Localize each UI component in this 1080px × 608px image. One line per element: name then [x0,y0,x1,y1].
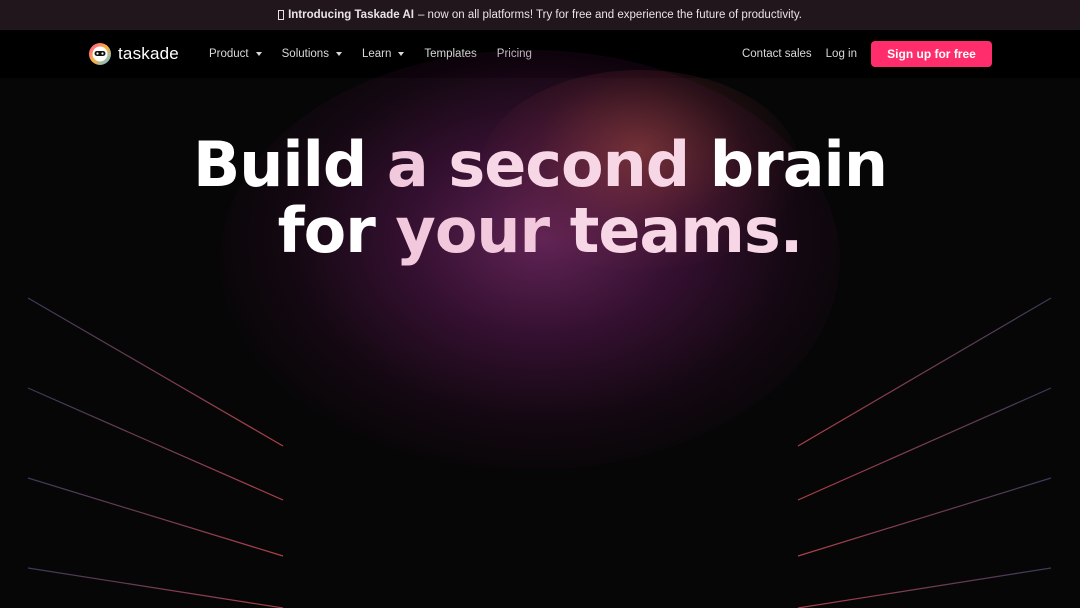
menu-pricing[interactable]: Pricing [497,48,532,60]
top-navigation: taskade Product Solutions Learn Template… [0,30,1080,78]
banner-highlight: Introducing Taskade AI [288,9,414,21]
announcement-banner[interactable]: Introducing Taskade AI – now on all plat… [0,0,1080,30]
menu-pricing-label: Pricing [496,48,532,60]
taskade-logo-icon [89,43,111,65]
hero-word: Build [193,128,367,201]
taskade-logo[interactable]: taskade [88,42,179,66]
main-menu: Product Solutions Learn Templates Pricin… [209,30,552,78]
login-link[interactable]: Log in [826,48,857,60]
account-nav: Contact sales Log in Sign up for free [742,30,992,78]
hero-word: brain [709,128,888,201]
banner-text: – now on all platforms! Try for free and… [417,9,802,21]
logo-text: taskade [118,44,179,63]
chevron-down-icon [255,52,262,56]
contact-sales-link[interactable]: Contact sales [742,48,812,60]
hero-word: your [395,194,550,267]
menu-learn[interactable]: Learn [361,48,405,60]
hero-word: a [386,128,429,201]
menu-solutions[interactable]: Solutions [282,48,342,60]
right-grid-panel [797,297,1052,608]
hero-word: for [277,194,376,267]
hero-grid-decoration [27,297,1052,608]
menu-product-label: Product [209,48,249,60]
hero-headline-line-2: for your teams. [0,198,1080,264]
menu-templates-label: Templates [424,48,477,60]
signup-button[interactable]: Sign up for free [871,41,992,67]
chevron-down-icon [398,52,405,56]
hero-headline-line-1: Build a second brain [0,132,1080,198]
menu-product[interactable]: Product [209,48,262,60]
menu-templates[interactable]: Templates [424,48,476,60]
hero-word: teams. [569,194,804,267]
menu-solutions-label: Solutions [281,48,329,60]
left-grid-panel [27,297,284,608]
hero-word: second [448,128,690,201]
chevron-down-icon [335,52,342,56]
menu-learn-label: Learn [361,48,392,60]
sparkle-icon [278,10,285,20]
